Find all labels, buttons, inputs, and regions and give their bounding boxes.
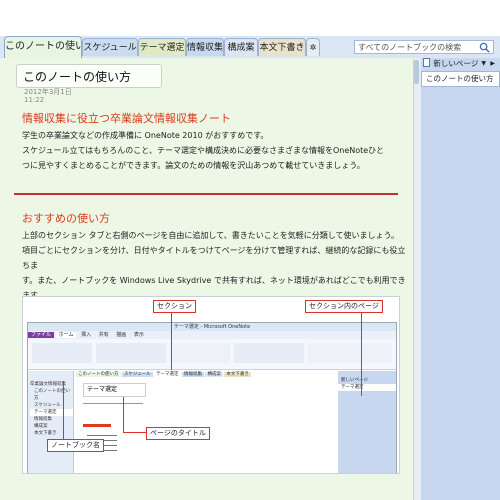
section1-body: 学生の卒業論文などの作成準備に OneNote 2010 がおすすめです。 スケ… (22, 128, 407, 173)
section2-line: 上部のセクション タブと右側のページを自由に追加して、書きたいことを気軽に分類し… (22, 231, 400, 240)
callout-page-in-section: セクション内のページ (305, 300, 383, 313)
arrow-right-icon[interactable]: ▶ (490, 58, 495, 70)
mini-ribbon-group (96, 343, 166, 363)
mini-ribbon-tab: ホーム (55, 332, 77, 338)
mini-notebook-item: このノートの使い方 (34, 389, 70, 401)
note-page: このノートの使い方 2012年3月1日 11:22 情報収集に役立つ卒業論文情報… (0, 58, 414, 500)
mini-notebook-item: スケジュール (34, 403, 61, 408)
mini-ribbon-group (234, 343, 304, 363)
title-bar-area (0, 0, 500, 36)
mini-section-tab: 構成案 (205, 372, 223, 377)
new-page-button[interactable]: 新しいページ ▼ ▶ (423, 58, 498, 70)
tab-theme-selection[interactable]: テーマ選定 (138, 38, 186, 56)
mini-ribbon-tabs: ファイル ホーム 挿入 共有 描画 表示 (28, 331, 396, 339)
section2-body: 上部のセクション タブと右側のページを自由に追加して、書きたいことを気軽に分類し… (22, 228, 410, 303)
mini-notebook-item: 構成案 (34, 424, 48, 429)
mini-ribbon-tab: 表示 (133, 332, 144, 338)
mini-section-tab: このノートの使い方 (76, 372, 121, 377)
mini-section-tabs: このノートの使い方 スケジュール テーマ選定 情報収集 構成案 本文下書き (76, 371, 326, 379)
callout-line (361, 312, 362, 396)
mini-page-title: テーマ選定 (83, 383, 146, 397)
tab-draft[interactable]: 本文下書き (258, 38, 306, 56)
mini-notebook-item: 情報収集 (34, 417, 52, 422)
callout-line (123, 397, 124, 433)
mini-ribbon-group (170, 343, 230, 363)
scrollbar-thumb[interactable] (414, 60, 419, 84)
new-page-icon (423, 58, 430, 67)
tab-schedule[interactable]: スケジュール (82, 38, 138, 56)
mini-ribbon-tab: 描画 (116, 332, 127, 338)
tab-structure[interactable]: 構成案 (224, 38, 258, 56)
add-section-tab-button[interactable]: ✲ (306, 38, 320, 56)
callout-line (171, 312, 172, 370)
mini-new-page: 新しいページ (341, 378, 368, 383)
mini-page-item: テーマ選定 (338, 384, 396, 391)
callout-line (123, 432, 146, 433)
callout-page-title: ページのタイトル (146, 427, 210, 440)
search-icon[interactable] (479, 42, 490, 53)
mini-ribbon-group (308, 343, 392, 363)
page-scrollbar[interactable] (413, 58, 421, 500)
mini-notebook-item: 卒業論文情報収集 (30, 382, 66, 387)
mini-red-text (83, 424, 111, 427)
mini-page-line (83, 403, 143, 404)
callout-notebook-name: ノートブック名 (47, 439, 104, 452)
mini-ribbon-tab: 共有 (98, 332, 109, 338)
section2-line: 項目ごとにセクションを分け、日付やタイトルをつけてページを分けて管理すれば、継続… (22, 246, 406, 270)
mini-notebook-pane: 卒業論文情報収集 このノートの使い方 スケジュール テーマ選定 情報収集 構成案… (28, 371, 74, 473)
callout-line (63, 381, 64, 439)
new-page-label: 新しいページ (433, 59, 479, 68)
page-title[interactable]: このノートの使い方 (16, 64, 162, 88)
mini-section-tab: 本文下書き (224, 372, 251, 377)
embedded-screenshot: テーマ選定 - Microsoft OneNote ファイル ホーム 挿入 共有… (22, 296, 400, 474)
section2-heading: おすすめの使い方 (22, 212, 110, 225)
page-list-item[interactable]: このノートの使い方 (421, 71, 500, 87)
mini-ribbon (28, 339, 396, 370)
mini-titlebar: テーマ選定 - Microsoft OneNote (28, 323, 396, 331)
mini-section-tab: 情報収集 (182, 372, 204, 377)
red-divider (14, 193, 398, 195)
page-list-panel (421, 58, 500, 500)
page-time: 11:22 (24, 96, 45, 104)
tab-info-collection[interactable]: 情報収集 (186, 38, 224, 56)
tab-how-to-use[interactable]: このノートの使い方 (4, 36, 95, 58)
chevron-down-icon[interactable]: ▼ (481, 58, 486, 70)
mini-notebook-item: 本文下書き (34, 431, 57, 436)
mini-section-tab: スケジュール (121, 372, 153, 377)
callout-section: セクション (153, 300, 196, 313)
section1-line: つに見やすくまとめることができます。論文のための情報を沢山あつめて載せていきまし… (22, 161, 365, 170)
mini-notebook-item: テーマ選定 (30, 409, 73, 416)
notebook-search-input[interactable]: すべてのノートブックの検索 (Ctrl+E) (354, 40, 494, 66)
mini-page-pane: 新しいページ テーマ選定 (338, 371, 396, 473)
mini-ribbon-tab: 挿入 (81, 332, 92, 338)
section1-line: スケジュール立てはもちろんのこと、テーマ選定や構成決めに必要なさまざまな情報をO… (22, 146, 384, 155)
page-date: 2012年3月1日 (24, 88, 72, 96)
mini-file-tab: ファイル (28, 332, 55, 338)
section1-line: 学生の卒業論文などの作成準備に OneNote 2010 がおすすめです。 (22, 131, 269, 140)
mini-ribbon-group (32, 343, 92, 363)
section1-heading: 情報収集に役立つ卒業論文情報収集ノート (22, 112, 231, 125)
mini-section-tab: テーマ選定 (154, 372, 181, 377)
